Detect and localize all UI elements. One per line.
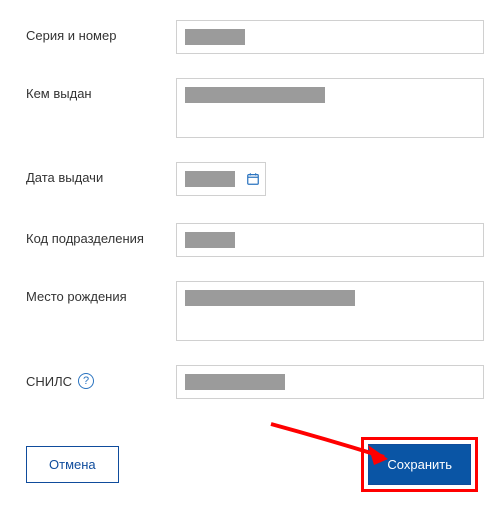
button-row: Отмена Сохранить [26,437,484,492]
control-birthplace [176,281,484,341]
row-dept-code: Код подразделения [26,223,484,257]
label-birthplace: Место рождения [26,281,176,304]
cancel-button[interactable]: Отмена [26,446,119,483]
control-issued-by [176,78,484,138]
control-snils [176,365,484,399]
dept-code-input[interactable] [176,223,484,257]
row-birthplace: Место рождения [26,281,484,341]
series-number-input[interactable] [176,20,484,54]
label-series-number: Серия и номер [26,20,176,43]
help-icon[interactable]: ? [78,373,94,389]
label-snils: СНИЛС ? [26,365,176,389]
control-series-number [176,20,484,54]
row-issued-by: Кем выдан [26,78,484,138]
label-issued-by: Кем выдан [26,78,176,101]
issued-by-input[interactable] [176,78,484,138]
save-button[interactable]: Сохранить [368,444,471,485]
snils-input[interactable] [176,365,484,399]
control-issue-date [176,162,484,199]
row-issue-date: Дата выдачи [26,162,484,199]
save-button-highlight: Сохранить [361,437,478,492]
label-snils-text: СНИЛС [26,374,72,389]
label-issue-date: Дата выдачи [26,162,176,185]
row-snils: СНИЛС ? [26,365,484,399]
row-series-number: Серия и номер [26,20,484,54]
control-dept-code [176,223,484,257]
label-dept-code: Код подразделения [26,223,176,246]
birthplace-input[interactable] [176,281,484,341]
issue-date-input[interactable] [176,162,266,196]
